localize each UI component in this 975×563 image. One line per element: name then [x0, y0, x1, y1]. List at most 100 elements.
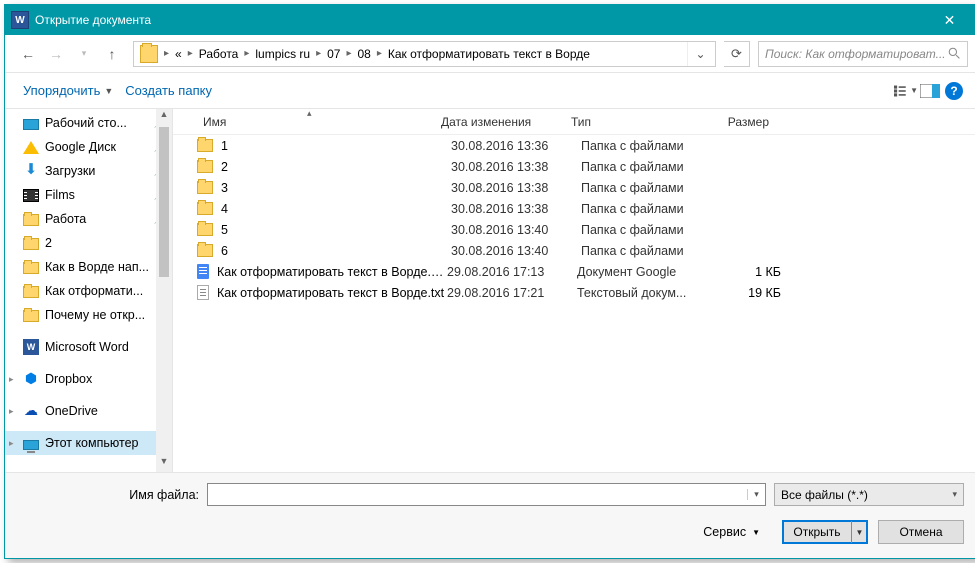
file-type: Папка с файлами	[581, 160, 711, 174]
service-menu[interactable]: Сервис ▼	[703, 525, 760, 539]
file-row[interactable]: 330.08.2016 13:38Папка с файлами	[173, 177, 975, 198]
chevron-down-icon: ▾	[952, 489, 957, 500]
file-row[interactable]: 530.08.2016 13:40Папка с файлами	[173, 219, 975, 240]
recent-dropdown[interactable]: ▾	[71, 41, 97, 67]
column-header-date[interactable]: Дата изменения	[435, 115, 565, 129]
folder-icon	[23, 310, 39, 322]
sidebar-item[interactable]: ▸☁OneDrive	[5, 399, 172, 423]
file-date: 30.08.2016 13:36	[451, 139, 581, 153]
new-folder-button[interactable]: Создать папку	[119, 79, 218, 102]
film-icon	[23, 189, 39, 202]
sidebar-item[interactable]: Как отформати...	[5, 279, 172, 303]
sidebar-item[interactable]: WMicrosoft Word	[5, 335, 172, 359]
file-name: 3	[221, 181, 451, 195]
filename-dropdown[interactable]: ▾	[747, 489, 765, 500]
sidebar-item-label: Почему не откр...	[45, 308, 145, 322]
file-date: 30.08.2016 13:38	[451, 160, 581, 174]
file-type: Документ Google	[577, 265, 707, 279]
expand-caret-icon[interactable]: ▸	[9, 374, 14, 385]
file-list-pane: ▴ Имя Дата изменения Тип Размер 130.08.2…	[173, 109, 975, 472]
help-button[interactable]: ?	[942, 79, 966, 103]
dropbox-icon: ⬢	[23, 371, 39, 387]
sidebar-item[interactable]: ⬇Загрузки📌	[5, 159, 172, 183]
file-row[interactable]: Как отформатировать текст в Ворде.txt29.…	[173, 282, 975, 303]
folder-icon	[197, 139, 213, 152]
crumb-2[interactable]: 07	[323, 42, 344, 66]
sidebar-item[interactable]: 2	[5, 231, 172, 255]
onedrive-icon: ☁	[23, 403, 39, 419]
search-icon	[948, 47, 961, 60]
up-button[interactable]: ↑	[99, 41, 125, 67]
file-row[interactable]: 630.08.2016 13:40Папка с файлами	[173, 240, 975, 261]
sidebar-item-label: Этот компьютер	[45, 436, 138, 450]
chevron-right-icon[interactable]: ▸	[162, 48, 171, 59]
file-type-filter[interactable]: Все файлы (*.*) ▾	[774, 483, 964, 506]
file-date: 30.08.2016 13:38	[451, 202, 581, 216]
search-input[interactable]: Поиск: Как отформатироват...	[758, 41, 968, 67]
file-type: Текстовый докум...	[577, 286, 707, 300]
file-row[interactable]: 430.08.2016 13:38Папка с файлами	[173, 198, 975, 219]
preview-pane-button[interactable]	[918, 79, 942, 103]
address-bar[interactable]: ▸ « ▸ Работа ▸ lumpics ru ▸ 07 ▸ 08 ▸ Ка…	[133, 41, 716, 67]
crumb-3[interactable]: 08	[354, 42, 375, 66]
open-file-dialog: W Открытие документа ✕ ← → ▾ ↑ ▸ « ▸ Раб…	[4, 4, 975, 559]
folder-icon	[197, 202, 213, 215]
file-row[interactable]: Как отформатировать текст в Ворде.gd...2…	[173, 261, 975, 282]
sidebar-item[interactable]: ▸ Этот компьютер	[5, 431, 172, 455]
open-button[interactable]: Открыть ▼	[782, 520, 868, 544]
sidebar-item[interactable]: Работа📌	[5, 207, 172, 231]
organize-menu[interactable]: Упорядочить ▼	[17, 79, 119, 102]
file-name: Как отформатировать текст в Ворде.gd...	[217, 265, 447, 279]
forward-button[interactable]: →	[43, 41, 69, 67]
folder-icon	[140, 45, 158, 63]
filename-label: Имя файла:	[19, 488, 199, 502]
file-name: 6	[221, 244, 451, 258]
file-type: Папка с файлами	[581, 181, 711, 195]
sidebar-item[interactable]: Google Диск📌	[5, 135, 172, 159]
refresh-button[interactable]: ⟳	[724, 41, 750, 67]
chevron-down-icon: ▼	[104, 86, 113, 96]
sidebar-item[interactable]: Рабочий сто...📌	[5, 111, 172, 135]
sidebar-item[interactable]: Как в Ворде нап...	[5, 255, 172, 279]
column-header-name[interactable]: Имя	[197, 115, 435, 129]
column-header-size[interactable]: Размер	[695, 115, 775, 129]
view-options-button[interactable]: ▼	[894, 79, 918, 103]
column-header-type[interactable]: Тип	[565, 115, 695, 129]
word-app-icon: W	[11, 11, 29, 29]
expand-caret-icon[interactable]: ▸	[9, 438, 14, 449]
file-row[interactable]: 130.08.2016 13:36Папка с файлами	[173, 135, 975, 156]
crumb-0[interactable]: Работа	[195, 42, 243, 66]
sidebar-item[interactable]: Почему не откр...	[5, 303, 172, 327]
crumb-1[interactable]: lumpics ru	[251, 42, 314, 66]
pc-icon	[23, 440, 39, 450]
file-type: Папка с файлами	[581, 223, 711, 237]
address-dropdown[interactable]: ⌄	[687, 42, 713, 66]
file-name: Как отформатировать текст в Ворде.txt	[217, 286, 447, 300]
cancel-button[interactable]: Отмена	[878, 520, 964, 544]
close-button[interactable]: ✕	[927, 5, 972, 35]
sidebar-scrollbar[interactable]: ▲▼	[156, 109, 172, 472]
sidebar-item[interactable]: ▸⬢Dropbox	[5, 367, 172, 391]
folder-icon	[23, 238, 39, 250]
word-icon: W	[23, 339, 39, 355]
file-date: 30.08.2016 13:40	[451, 244, 581, 258]
file-name: 1	[221, 139, 451, 153]
file-date: 29.08.2016 17:13	[447, 265, 577, 279]
sidebar-item-label: Как отформати...	[45, 284, 143, 298]
crumb-4[interactable]: Как отформатировать текст в Ворде	[384, 42, 594, 66]
chevron-down-icon: ▼	[752, 528, 760, 537]
file-row[interactable]: 230.08.2016 13:38Папка с файлами	[173, 156, 975, 177]
open-split-dropdown[interactable]: ▼	[851, 521, 867, 543]
filename-input[interactable]: ▾	[207, 483, 766, 506]
search-placeholder: Поиск: Как отформатироват...	[765, 47, 946, 61]
help-icon: ?	[945, 82, 963, 100]
sidebar-item[interactable]: Films📌	[5, 183, 172, 207]
back-button[interactable]: ←	[15, 41, 41, 67]
file-date: 30.08.2016 13:38	[451, 181, 581, 195]
dialog-footer: Имя файла: ▾ Все файлы (*.*) ▾ Сервис ▼ …	[5, 472, 975, 558]
expand-caret-icon[interactable]: ▸	[9, 406, 14, 417]
sort-indicator-icon: ▴	[307, 109, 312, 119]
crumb-prefix[interactable]: «	[171, 42, 186, 66]
folder-icon	[197, 181, 213, 194]
sidebar-item-label: Загрузки	[45, 164, 95, 178]
